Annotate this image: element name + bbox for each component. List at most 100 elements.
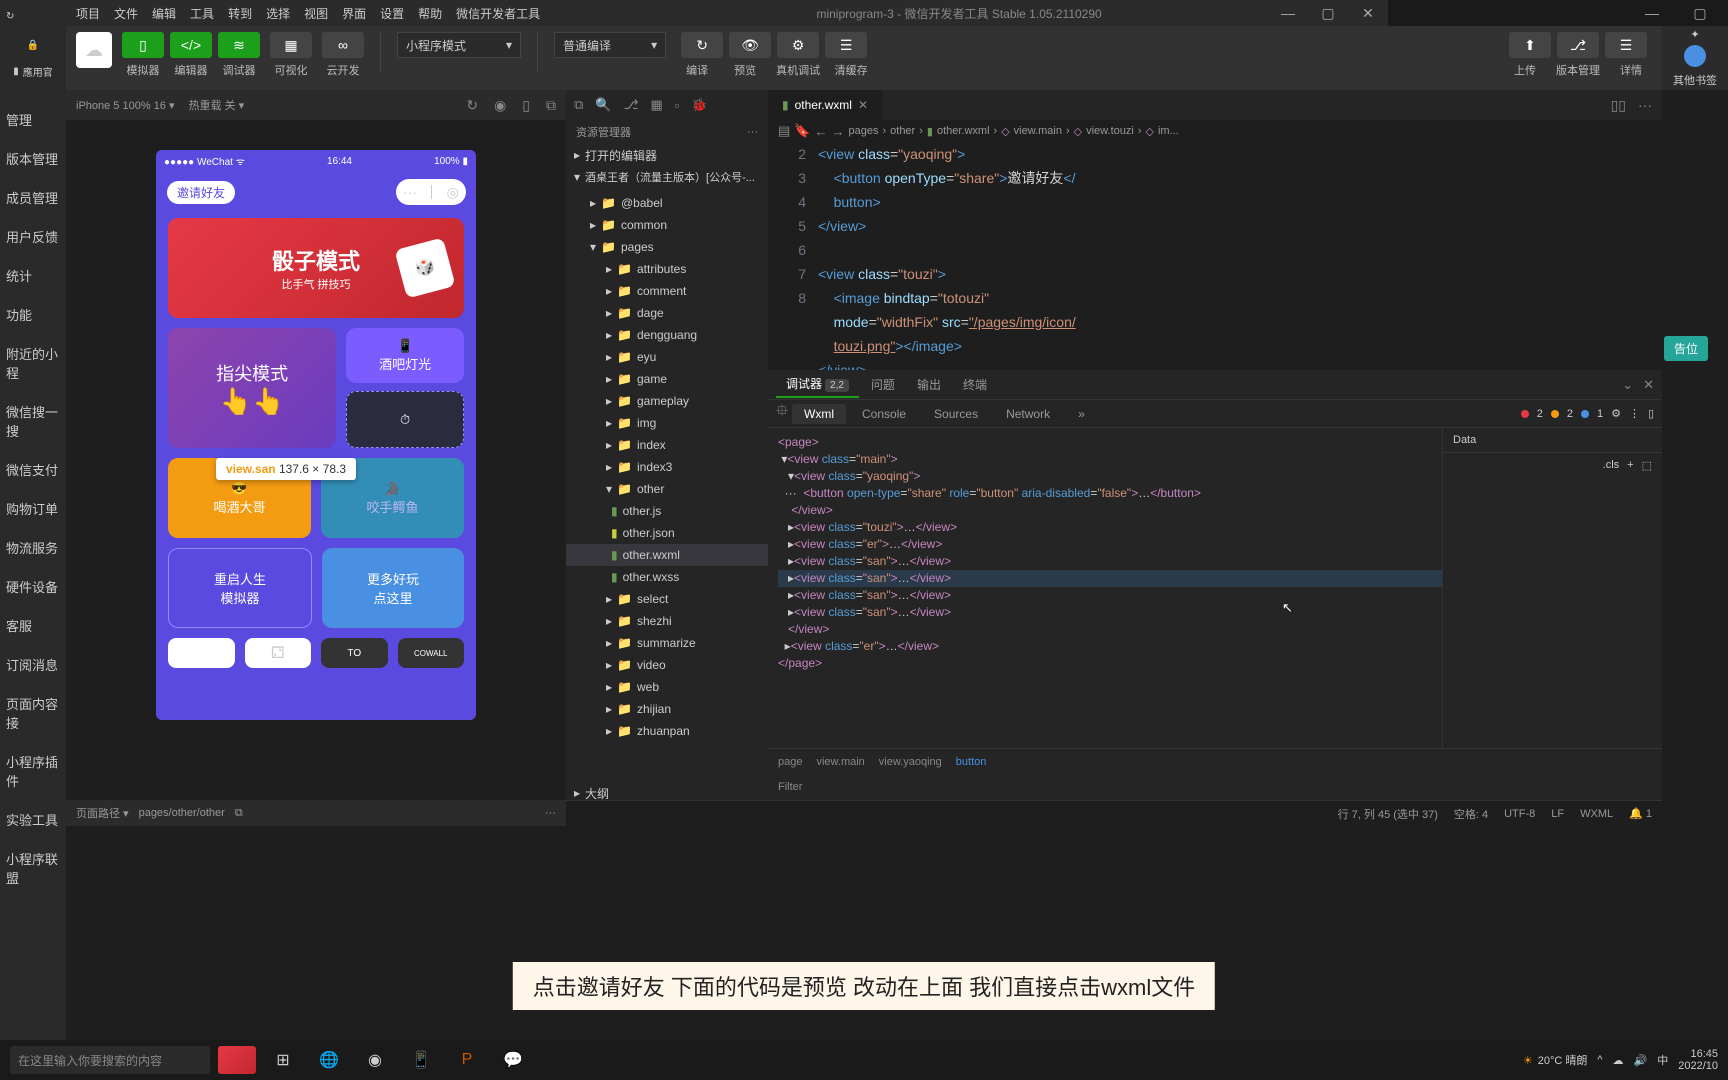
sim-split-icon[interactable]: ⧉: [546, 97, 556, 114]
preview-button[interactable]: 👁: [729, 32, 771, 58]
ad-position-badge[interactable]: 告位: [1664, 336, 1708, 361]
folder-item[interactable]: ▸📁gameplay: [566, 390, 768, 412]
folder-item[interactable]: ▸📁img: [566, 412, 768, 434]
taskbar-powerpoint[interactable]: P: [448, 1046, 486, 1074]
explorer-debug-icon[interactable]: 🐞: [691, 97, 707, 113]
close-tab-icon[interactable]: ✕: [858, 98, 868, 112]
folder-item[interactable]: ▸📁web: [566, 676, 768, 698]
wxml-tab[interactable]: Wxml: [792, 404, 846, 424]
extension-icon[interactable]: ✦: [1690, 28, 1699, 41]
card-restart-life[interactable]: 重启人生模拟器: [168, 548, 312, 628]
bg-nav-item[interactable]: 页面内容接: [0, 684, 66, 742]
network-tab[interactable]: Network: [994, 404, 1062, 424]
folder-item[interactable]: ▸📁shezhi: [566, 610, 768, 632]
menu-item[interactable]: 编辑: [152, 5, 176, 22]
taskbar-search[interactable]: 在这里输入你要搜索的内容: [10, 1046, 210, 1074]
data-tab[interactable]: Data: [1443, 428, 1662, 453]
bg-nav-item[interactable]: 统计: [0, 256, 66, 295]
sim-refresh-icon[interactable]: ↻: [466, 97, 478, 114]
menu-item[interactable]: 转到: [228, 5, 252, 22]
devtools-more-icon[interactable]: ⋮: [1629, 407, 1640, 420]
menu-item[interactable]: 选择: [266, 5, 290, 22]
close-button[interactable]: ✕: [1348, 0, 1388, 26]
compile-button[interactable]: ↻: [681, 32, 723, 58]
menu-item[interactable]: 帮助: [418, 5, 442, 22]
remote-debug-button[interactable]: ⚙: [777, 32, 819, 58]
explorer-more-icon[interactable]: ···: [747, 126, 758, 138]
taskbar-wechat[interactable]: 💬: [494, 1046, 532, 1074]
editor-breadcrumb[interactable]: ▤ 🔖 ← → pages › other › ▮ other.wxml › ◇…: [768, 120, 1662, 142]
card-dice[interactable]: 骰子模式 比手气 拼技巧 🎲: [168, 218, 464, 318]
editor-split-icon[interactable]: ▯▯: [1611, 97, 1626, 114]
devtools-dock-icon[interactable]: ▯: [1648, 407, 1654, 420]
taskbar-tray-cloud-icon[interactable]: ☁: [1613, 1054, 1624, 1067]
project-root[interactable]: ▾酒桌王者（流量主版本）[公众号-...: [566, 166, 768, 188]
clear-cache-button[interactable]: ☰: [825, 32, 867, 58]
cls-button[interactable]: .cls: [1603, 459, 1620, 472]
lang-info[interactable]: WXML: [1580, 808, 1613, 820]
simulator-toggle[interactable]: ▯: [122, 32, 164, 58]
taskbar-ime-icon[interactable]: 中: [1657, 1052, 1668, 1068]
taskbar-volume-icon[interactable]: 🔊: [1634, 1054, 1648, 1067]
bg-nav-item[interactable]: 用户反馈: [0, 217, 66, 256]
compile-select[interactable]: 普通编译▾: [554, 32, 666, 58]
folder-item[interactable]: ▸📁index: [566, 434, 768, 456]
open-editors-section[interactable]: ▸打开的编辑器: [566, 144, 768, 166]
taskbar-phone[interactable]: 📱: [402, 1046, 440, 1074]
problems-tab[interactable]: 问题: [861, 372, 905, 397]
debugger-toggle[interactable]: ≋: [218, 32, 260, 58]
folder-item[interactable]: ▾📁pages: [566, 236, 768, 258]
folder-item[interactable]: ▾📁other: [566, 478, 768, 500]
devtools-gear-icon[interactable]: ⚙: [1611, 407, 1621, 420]
copy-path-icon[interactable]: ⧉: [235, 807, 243, 820]
phone-frame[interactable]: ●●●●● WeChat ᯤ 16:44 100% ▮ 邀请好友 ···◎ 骰子…: [156, 150, 476, 720]
menu-item[interactable]: 微信开发者工具: [456, 5, 540, 22]
folder-item[interactable]: ▸📁eyu: [566, 346, 768, 368]
explorer-branch-icon[interactable]: ⎇: [623, 97, 638, 113]
menu-item[interactable]: 工具: [190, 5, 214, 22]
file-item[interactable]: ▮other.wxss: [566, 566, 768, 588]
app-logo[interactable]: ☁: [76, 32, 112, 68]
breadcrumb-back-icon[interactable]: ←: [814, 124, 827, 139]
editor-tab-active[interactable]: ▮ other.wxml ✕: [768, 90, 882, 120]
menu-item[interactable]: 界面: [342, 5, 366, 22]
upload-button[interactable]: ⬆: [1509, 32, 1551, 58]
editor-more-icon[interactable]: ···: [1638, 97, 1652, 114]
bg-nav-item[interactable]: 客服: [0, 606, 66, 645]
bg-nav-item[interactable]: 小程序联盟: [0, 839, 66, 897]
taskbar-chrome[interactable]: ◉: [356, 1046, 394, 1074]
bg-nav-item[interactable]: 物流服务: [0, 528, 66, 567]
bg-nav-item[interactable]: 实验工具: [0, 800, 66, 839]
output-tab[interactable]: 输出: [907, 372, 951, 397]
sim-record-icon[interactable]: ◉: [494, 97, 506, 114]
encoding-info[interactable]: UTF-8: [1504, 808, 1535, 820]
more-tabs-icon[interactable]: »: [1066, 404, 1097, 424]
bookmarks-label[interactable]: 其他书签: [1673, 72, 1717, 88]
folder-item[interactable]: ▸📁zhijian: [566, 698, 768, 720]
bg-nav-item[interactable]: 小程序插件: [0, 742, 66, 800]
capsule-menu[interactable]: ···◎: [396, 179, 466, 205]
menu-item[interactable]: 项目: [76, 5, 100, 22]
bg-nav-item[interactable]: 版本管理: [0, 139, 66, 178]
bg-nav-item[interactable]: 附近的小程: [0, 334, 66, 392]
folder-item[interactable]: ▸📁comment: [566, 280, 768, 302]
taskbar-tray-up-icon[interactable]: ^: [1597, 1054, 1602, 1066]
card-bar-light[interactable]: 📱酒吧灯光: [346, 328, 464, 383]
menu-item[interactable]: 视图: [304, 5, 328, 22]
path-more-icon[interactable]: ···: [545, 807, 556, 819]
notification-icon[interactable]: 🔔 1: [1629, 807, 1652, 820]
inspector-icon[interactable]: ⯐: [776, 400, 788, 427]
debugger-close-icon[interactable]: ✕: [1643, 377, 1654, 393]
mode-select[interactable]: 小程序模式▾: [397, 32, 521, 58]
file-item[interactable]: ▮other.js: [566, 500, 768, 522]
bg-nav-item[interactable]: 功能: [0, 295, 66, 334]
folder-item[interactable]: ▸📁dage: [566, 302, 768, 324]
card-finger[interactable]: 指尖模式 👆👆: [168, 328, 336, 448]
taskbar-edge[interactable]: 🌐: [310, 1046, 348, 1074]
explorer-files-icon[interactable]: ⧉: [574, 97, 583, 113]
folder-item[interactable]: ▸📁summarize: [566, 632, 768, 654]
menu-item[interactable]: 文件: [114, 5, 138, 22]
folder-item[interactable]: ▸📁zhuanpan: [566, 720, 768, 742]
menu-item[interactable]: 设置: [380, 5, 404, 22]
refresh-icon[interactable]: ↻: [6, 11, 14, 22]
